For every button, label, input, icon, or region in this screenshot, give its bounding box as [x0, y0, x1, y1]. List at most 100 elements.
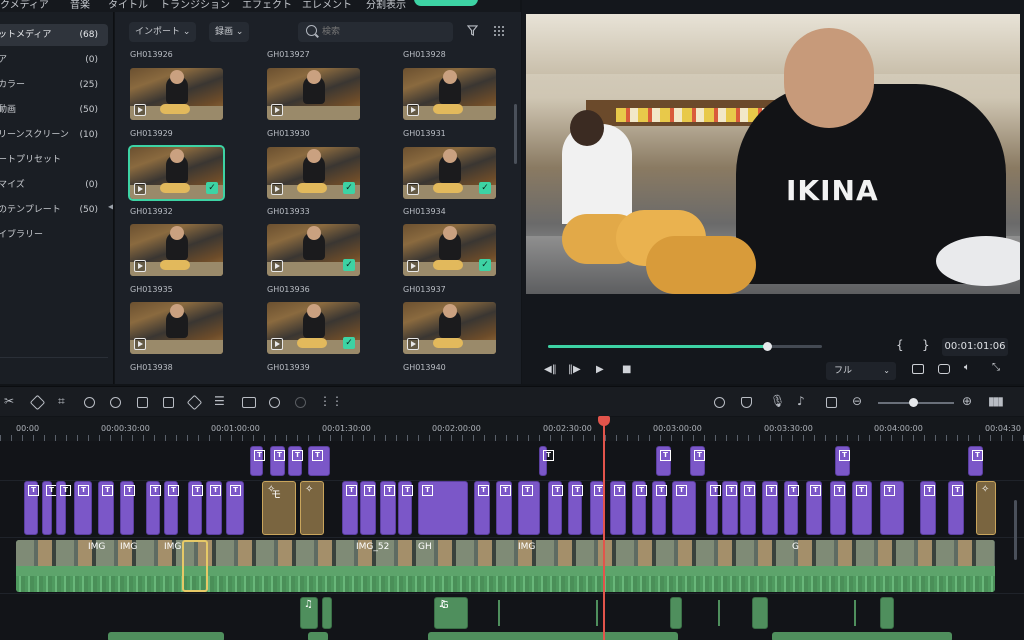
title-clip[interactable]	[968, 446, 983, 476]
title-clip[interactable]	[690, 446, 705, 476]
sidebar-item-templates[interactable]: のテンプレート (50)	[0, 199, 108, 221]
title-clip[interactable]	[652, 481, 667, 535]
snapshot-camera-icon[interactable]	[938, 364, 950, 374]
audio-clip[interactable]	[308, 632, 328, 640]
audio-clip[interactable]	[880, 597, 894, 629]
title-clip[interactable]	[880, 481, 904, 535]
media-thumbnail[interactable]: ✓	[267, 224, 360, 276]
display-icon[interactable]	[912, 364, 924, 374]
audio-clip[interactable]: ♫ G	[434, 597, 468, 629]
title-clip[interactable]	[146, 481, 161, 535]
title-clip[interactable]	[835, 446, 850, 476]
split-scissors-icon[interactable]: ✂	[4, 394, 14, 408]
media-thumbnail[interactable]: ✓	[403, 224, 496, 276]
title-clip[interactable]	[398, 481, 413, 535]
title-clip[interactable]	[852, 481, 872, 535]
title-clip[interactable]	[706, 481, 721, 535]
adjust-sliders-icon[interactable]: ☰	[214, 394, 225, 408]
mark-in-button[interactable]: {	[896, 338, 904, 352]
title-clip[interactable]	[610, 481, 626, 535]
sidebar-item-presets[interactable]: ートプリセット	[0, 149, 108, 171]
effect-clip[interactable]: ✧	[976, 481, 996, 535]
delete-icon[interactable]	[29, 394, 46, 411]
title-clip[interactable]	[56, 481, 71, 535]
title-clip[interactable]	[474, 481, 490, 535]
green-screen-icon[interactable]	[137, 397, 148, 408]
stop-icon[interactable]: ■	[622, 364, 631, 375]
stabilize-icon[interactable]	[163, 397, 174, 408]
menu-tab-effects[interactable]: エフェクト	[242, 0, 292, 11]
title-clip[interactable]	[496, 481, 512, 535]
filter-icon[interactable]	[467, 25, 478, 36]
audio-clip[interactable]	[498, 600, 500, 626]
title-clip[interactable]	[948, 481, 964, 535]
play-icon[interactable]: ▶	[596, 364, 604, 375]
title-clip[interactable]	[74, 481, 92, 535]
snap-icon[interactable]	[826, 397, 837, 408]
media-thumbnail[interactable]	[130, 224, 223, 276]
sidebar-item-library[interactable]: イブラリー	[0, 224, 108, 246]
media-thumbnail[interactable]	[267, 68, 360, 120]
zoom-slider-handle[interactable]	[909, 398, 918, 407]
timeline-ruler[interactable]: 00:00 00:00:30:00 00:01:00:00 00:01:30:0…	[0, 417, 1024, 441]
playback-progress-bar[interactable]	[548, 342, 822, 351]
fullscreen-icon[interactable]: ⤡	[992, 362, 1000, 373]
title-clip[interactable]	[24, 481, 39, 535]
title-clip[interactable]	[672, 481, 696, 535]
audio-clip[interactable]	[854, 600, 856, 626]
title-clip[interactable]	[590, 481, 605, 535]
menu-tab-titles[interactable]: タイトル	[108, 0, 148, 11]
zoom-in-icon[interactable]: ⊕	[962, 394, 972, 408]
sidebar-item-shared-media[interactable]: ア (0)	[0, 49, 108, 71]
selected-video-clip[interactable]	[182, 540, 208, 592]
title-clip[interactable]	[806, 481, 822, 535]
sidebar-item-video[interactable]: 動画 (50)	[0, 99, 108, 121]
title-clip[interactable]	[656, 446, 671, 476]
export-button[interactable]	[414, 0, 478, 6]
title-clip[interactable]	[418, 481, 468, 535]
media-thumbnail[interactable]	[403, 302, 496, 354]
grid-view-icon[interactable]	[493, 25, 505, 37]
menu-tab-media[interactable]: クメディア	[0, 0, 49, 11]
title-clip[interactable]	[98, 481, 114, 535]
search-input[interactable]	[322, 22, 448, 42]
microphone-icon[interactable]: 🎙︎	[770, 394, 785, 408]
zoom-out-icon[interactable]: ⊖	[852, 394, 862, 408]
title-clip[interactable]	[920, 481, 936, 535]
menu-tab-split-screen[interactable]: 分割表示	[366, 0, 406, 11]
audio-clip[interactable]: ♫	[300, 597, 318, 629]
audio-clip[interactable]	[718, 600, 720, 626]
title-clip[interactable]	[206, 481, 222, 535]
audio-clip[interactable]	[108, 632, 224, 640]
media-thumbnail[interactable]: ✓	[403, 147, 496, 199]
collapse-arrow-icon[interactable]: ◀	[108, 202, 113, 211]
sidebar-item-project-media[interactable]: ットメディア (68)	[0, 24, 108, 46]
audio-clip[interactable]	[322, 597, 332, 629]
search-box[interactable]	[298, 22, 453, 42]
title-clip[interactable]	[518, 481, 540, 535]
audio-clip[interactable]	[752, 597, 768, 629]
sidebar-item-green-screen[interactable]: リーンスクリーン (10)	[0, 124, 108, 146]
title-clip[interactable]	[120, 481, 135, 535]
color-palette-icon[interactable]	[110, 397, 121, 408]
quality-select[interactable]: フル ⌄	[826, 362, 896, 380]
title-clip[interactable]	[568, 481, 583, 535]
menu-tab-audio[interactable]: 音楽	[70, 0, 90, 11]
title-clip[interactable]	[288, 446, 303, 476]
title-clip[interactable]	[164, 481, 179, 535]
title-clip[interactable]	[342, 481, 358, 535]
title-clip[interactable]	[762, 481, 778, 535]
timeline-scrollbar[interactable]	[1014, 500, 1017, 560]
media-thumbnail[interactable]	[130, 68, 223, 120]
mark-out-button[interactable]: }	[922, 338, 930, 352]
menu-tab-elements[interactable]: エレメント	[302, 0, 352, 11]
effect-clip[interactable]: ✧	[300, 481, 324, 535]
media-thumbnail-selected[interactable]: ✓	[128, 145, 225, 201]
media-thumbnail[interactable]	[403, 68, 496, 120]
sidebar-item-color[interactable]: カラー (25)	[0, 74, 108, 96]
import-dropdown[interactable]: インポート ⌄	[129, 22, 197, 42]
audio-clip[interactable]	[596, 600, 598, 626]
menu-tab-transitions[interactable]: トランジション	[160, 0, 230, 11]
title-clip[interactable]	[270, 446, 285, 476]
crop-icon[interactable]: ⌗	[58, 394, 65, 409]
